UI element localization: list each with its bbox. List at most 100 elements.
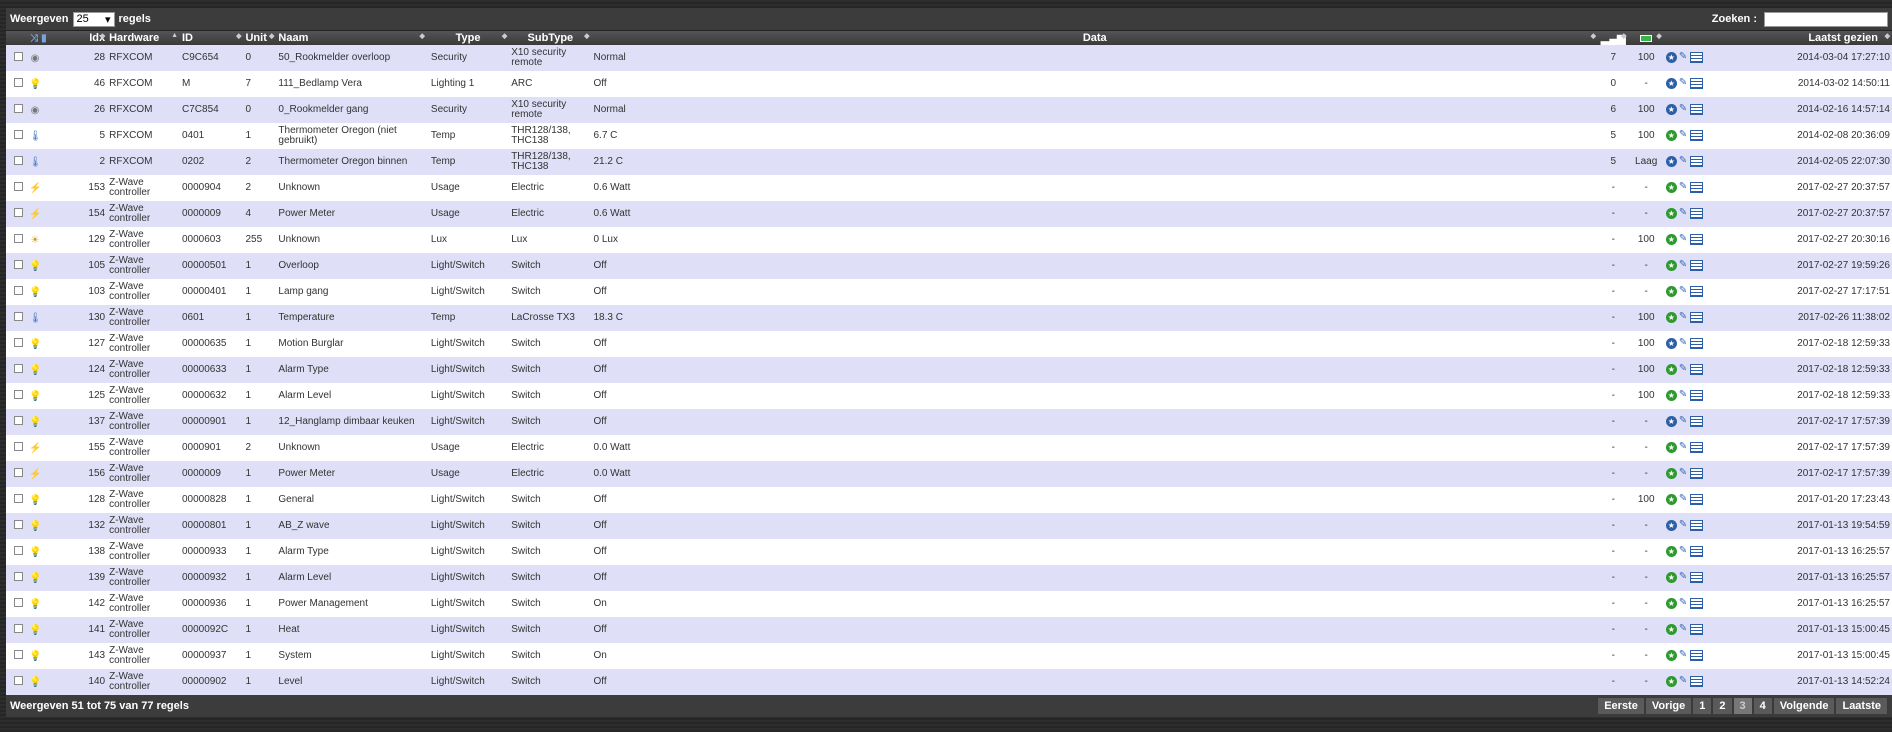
row-checkbox[interactable] <box>14 623 23 633</box>
log-icon[interactable] <box>1689 494 1703 506</box>
favorite-add-icon[interactable]: ★ <box>1665 312 1677 324</box>
edit-icon[interactable]: ✎ <box>1679 364 1687 375</box>
table-row[interactable]: 🌡 130 Z-Wave controller 0601 1 Temperature Tem… <box>6 305 1892 331</box>
favorite-add-icon[interactable]: ★ <box>1665 182 1677 194</box>
row-checkbox[interactable] <box>14 441 23 451</box>
header-signal[interactable]: ▂▄▆ ◆ <box>1598 31 1629 45</box>
favorite-add-icon[interactable]: ★ <box>1665 494 1677 506</box>
log-icon[interactable] <box>1689 286 1703 298</box>
favorite-add-icon[interactable]: ★ <box>1665 598 1677 610</box>
header-idx[interactable]: Idx ◆ <box>72 31 107 45</box>
favorite-remove-icon[interactable]: ★ <box>1665 416 1677 428</box>
edit-icon[interactable]: ✎ <box>1679 182 1687 193</box>
favorite-add-icon[interactable]: ★ <box>1665 468 1677 480</box>
log-icon[interactable] <box>1689 546 1703 558</box>
row-checkbox[interactable] <box>14 207 23 217</box>
favorite-remove-icon[interactable]: ★ <box>1665 520 1677 532</box>
edit-icon[interactable]: ✎ <box>1679 312 1687 323</box>
row-checkbox[interactable] <box>14 259 23 269</box>
favorite-add-icon[interactable]: ★ <box>1665 286 1677 298</box>
table-row[interactable]: 💡 132 Z-Wave controller 00000801 1 AB_Z wave L… <box>6 513 1892 539</box>
page-first-button[interactable]: Eerste <box>1597 697 1645 715</box>
log-icon[interactable] <box>1689 182 1703 194</box>
log-icon[interactable] <box>1689 650 1703 662</box>
edit-icon[interactable]: ✎ <box>1679 104 1687 115</box>
page-2-button[interactable]: 2 <box>1712 697 1733 715</box>
log-icon[interactable] <box>1689 234 1703 246</box>
favorite-add-icon[interactable]: ★ <box>1665 130 1677 142</box>
favorite-add-icon[interactable]: ★ <box>1665 364 1677 376</box>
row-checkbox[interactable] <box>14 389 23 399</box>
table-row[interactable]: ⚡ 154 Z-Wave controller 0000009 4 Power Meter… <box>6 201 1892 227</box>
row-checkbox[interactable] <box>14 51 23 61</box>
table-row[interactable]: ⚡ 156 Z-Wave controller 0000009 1 Power Meter… <box>6 461 1892 487</box>
row-checkbox[interactable] <box>14 77 23 87</box>
favorite-add-icon[interactable]: ★ <box>1665 650 1677 662</box>
row-checkbox[interactable] <box>14 415 23 425</box>
header-hardware[interactable]: Hardware ▲ <box>107 31 180 45</box>
edit-icon[interactable]: ✎ <box>1679 416 1687 427</box>
header-id[interactable]: ID ◆ <box>180 31 243 45</box>
page-4-button[interactable]: 4 <box>1752 697 1773 715</box>
table-row[interactable]: ☀ 129 Z-Wave controller 0000603 255 Unknown Lu… <box>6 227 1892 253</box>
favorite-add-icon[interactable]: ★ <box>1665 234 1677 246</box>
favorite-remove-icon[interactable]: ★ <box>1665 104 1677 116</box>
favorite-add-icon[interactable]: ★ <box>1665 390 1677 402</box>
row-checkbox[interactable] <box>14 493 23 503</box>
table-row[interactable]: 💡 141 Z-Wave controller 0000092C 1 Heat Light/… <box>6 617 1892 643</box>
log-icon[interactable] <box>1689 52 1703 64</box>
header-select[interactable]: ⤨ ▮ <box>6 31 72 45</box>
search-input[interactable] <box>1764 11 1888 27</box>
log-icon[interactable] <box>1689 130 1703 142</box>
log-icon[interactable] <box>1689 156 1703 168</box>
row-checkbox[interactable] <box>14 233 23 243</box>
favorite-add-icon[interactable]: ★ <box>1665 208 1677 220</box>
favorite-remove-icon[interactable]: ★ <box>1665 156 1677 168</box>
header-last-seen[interactable]: Laatst gezien ◆ <box>1727 31 1892 45</box>
row-checkbox[interactable] <box>14 363 23 373</box>
row-checkbox[interactable] <box>14 103 23 113</box>
table-row[interactable]: 💡 103 Z-Wave controller 00000401 1 Lamp gang L… <box>6 279 1892 305</box>
page-last-button[interactable]: Laatste <box>1835 697 1888 715</box>
table-row[interactable]: ◉ 26 RFXCOM C7C854 0 0_Rookmelder gang Securit… <box>6 97 1892 123</box>
edit-icon[interactable]: ✎ <box>1679 78 1687 89</box>
table-row[interactable]: 💡 125 Z-Wave controller 00000632 1 Alarm Leve… <box>6 383 1892 409</box>
log-icon[interactable] <box>1689 442 1703 454</box>
row-checkbox[interactable] <box>14 467 23 477</box>
log-icon[interactable] <box>1689 104 1703 116</box>
favorite-remove-icon[interactable]: ★ <box>1665 52 1677 64</box>
header-unit[interactable]: Unit ◆ <box>243 31 276 45</box>
favorite-remove-icon[interactable]: ★ <box>1665 78 1677 90</box>
table-row[interactable]: 💡 128 Z-Wave controller 00000828 1 General Lig… <box>6 487 1892 513</box>
log-icon[interactable] <box>1689 598 1703 610</box>
favorite-add-icon[interactable]: ★ <box>1665 624 1677 636</box>
favorite-add-icon[interactable]: ★ <box>1665 572 1677 584</box>
edit-icon[interactable]: ✎ <box>1679 676 1687 687</box>
log-icon[interactable] <box>1689 624 1703 636</box>
table-row[interactable]: 💡 140 Z-Wave controller 00000902 1 Level Light… <box>6 669 1892 695</box>
edit-icon[interactable]: ✎ <box>1679 494 1687 505</box>
row-checkbox[interactable] <box>14 181 23 191</box>
table-row[interactable]: ⚡ 155 Z-Wave controller 0000901 2 Unknown Usag… <box>6 435 1892 461</box>
row-checkbox[interactable] <box>14 311 23 321</box>
log-icon[interactable] <box>1689 208 1703 220</box>
edit-icon[interactable]: ✎ <box>1679 572 1687 583</box>
row-checkbox[interactable] <box>14 155 23 165</box>
table-row[interactable]: 💡 127 Z-Wave controller 00000635 1 Motion Bur… <box>6 331 1892 357</box>
page-size-select[interactable]: 25 ▾ <box>72 11 115 27</box>
log-icon[interactable] <box>1689 364 1703 376</box>
edit-icon[interactable]: ✎ <box>1679 650 1687 661</box>
table-row[interactable]: 💡 138 Z-Wave controller 00000933 1 Alarm Type… <box>6 539 1892 565</box>
header-data[interactable]: Data ◆ <box>592 31 1598 45</box>
row-checkbox[interactable] <box>14 597 23 607</box>
edit-icon[interactable]: ✎ <box>1679 52 1687 63</box>
table-row[interactable]: 💡 142 Z-Wave controller 00000936 1 Power Mana… <box>6 591 1892 617</box>
log-icon[interactable] <box>1689 390 1703 402</box>
log-icon[interactable] <box>1689 78 1703 90</box>
log-icon[interactable] <box>1689 338 1703 350</box>
favorite-add-icon[interactable]: ★ <box>1665 442 1677 454</box>
log-icon[interactable] <box>1689 312 1703 324</box>
row-checkbox[interactable] <box>14 129 23 139</box>
edit-icon[interactable]: ✎ <box>1679 260 1687 271</box>
log-icon[interactable] <box>1689 468 1703 480</box>
